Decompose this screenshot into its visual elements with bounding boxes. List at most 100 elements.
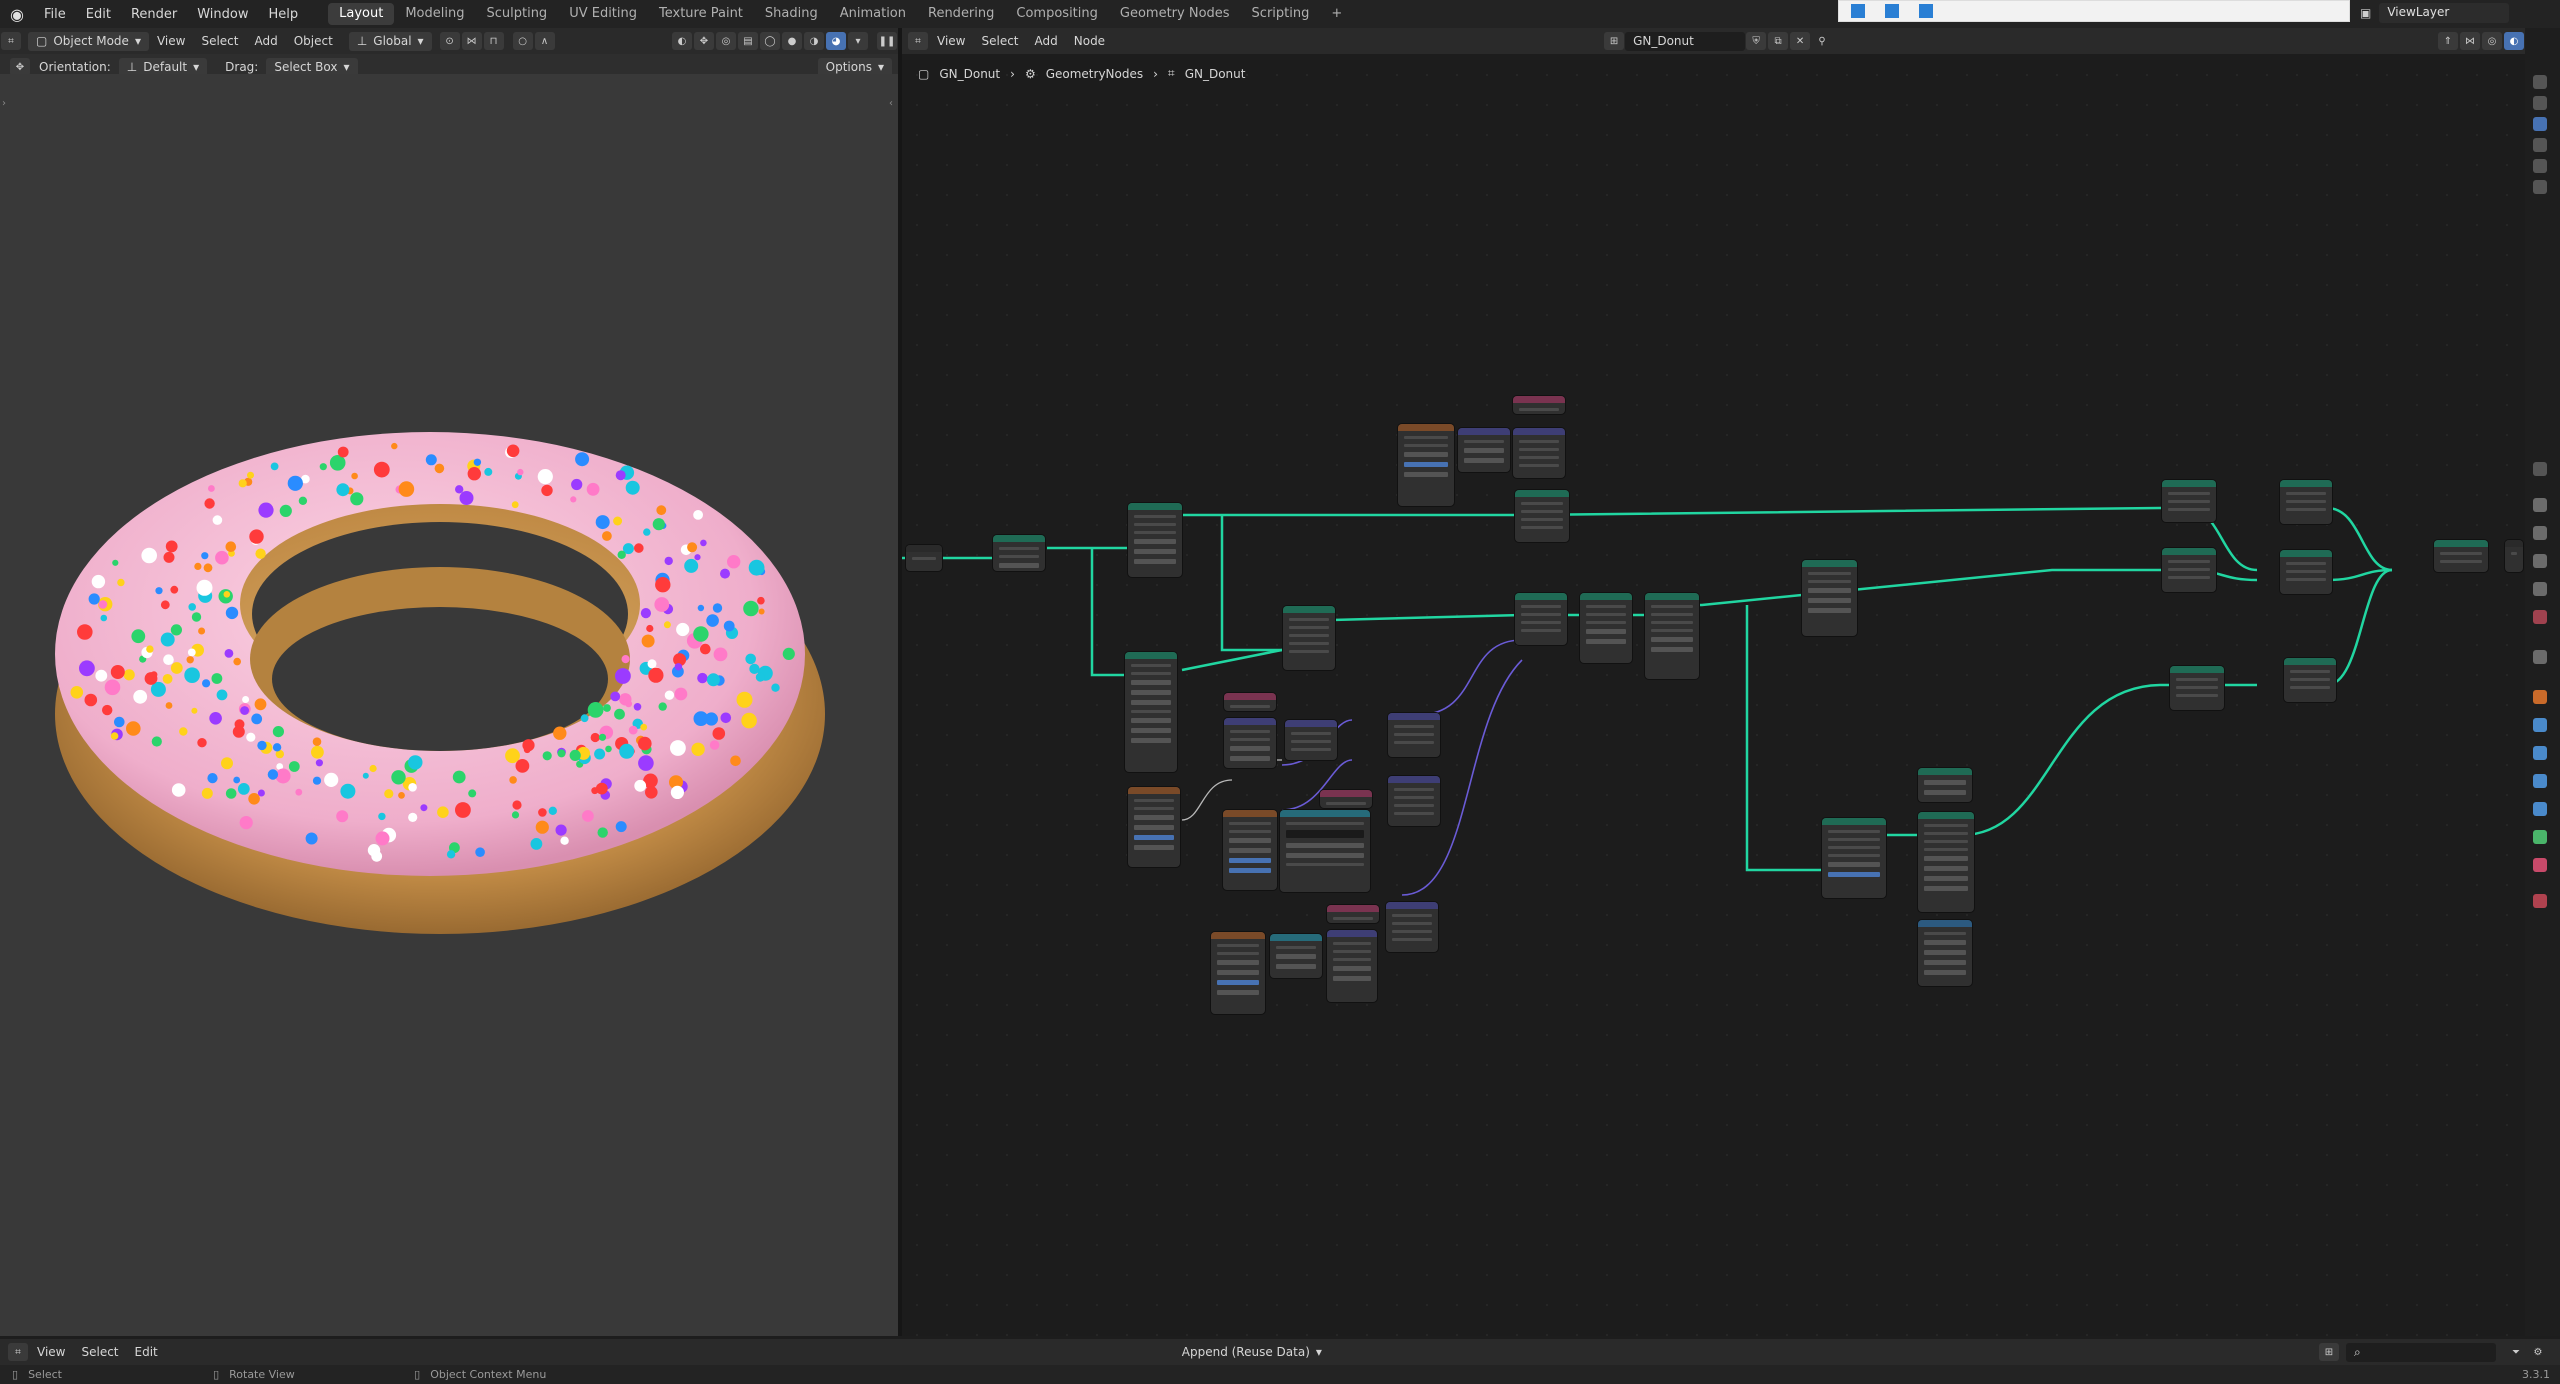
object-mode-dropdown[interactable]: ▢ Object Mode ▾ bbox=[28, 31, 149, 51]
blender-logo-icon[interactable]: ◉ bbox=[0, 0, 34, 28]
node-tree-icon[interactable]: ⌗ bbox=[908, 32, 928, 50]
parent-icon[interactable]: ⇑ bbox=[2438, 32, 2458, 50]
node-menu-add[interactable]: Add bbox=[1027, 34, 1066, 48]
physics-properties-icon[interactable] bbox=[2533, 774, 2547, 788]
node[interactable] bbox=[1320, 790, 1372, 808]
node[interactable] bbox=[2280, 480, 2332, 524]
menu-window[interactable]: Window bbox=[187, 7, 258, 22]
node[interactable] bbox=[1513, 396, 1565, 414]
node[interactable] bbox=[1327, 930, 1377, 1002]
shading-render-icon[interactable]: ◕ bbox=[826, 32, 846, 50]
data-properties-icon[interactable] bbox=[2533, 830, 2547, 844]
node[interactable] bbox=[1128, 787, 1180, 867]
node[interactable] bbox=[1822, 818, 1886, 898]
tab-sculpting[interactable]: Sculpting bbox=[475, 3, 558, 25]
node[interactable] bbox=[1224, 718, 1276, 768]
render-properties-icon[interactable] bbox=[2533, 498, 2547, 512]
snap-target-icon[interactable]: ⊓ bbox=[483, 32, 504, 50]
node[interactable] bbox=[1386, 902, 1438, 952]
node-group-name-field[interactable]: GN_Donut bbox=[1625, 31, 1746, 51]
tab-compositing[interactable]: Compositing bbox=[1005, 3, 1109, 25]
viewport-menu-object[interactable]: Object bbox=[286, 34, 341, 48]
node-menu-select[interactable]: Select bbox=[973, 34, 1026, 48]
tab-animation[interactable]: Animation bbox=[829, 3, 917, 25]
visibility-icon[interactable] bbox=[2533, 180, 2547, 194]
node[interactable] bbox=[1580, 593, 1632, 663]
viewport-menu-view[interactable]: View bbox=[149, 34, 193, 48]
node[interactable] bbox=[1918, 812, 1974, 912]
node-group-browse-icon[interactable]: ⊞ bbox=[1604, 32, 1625, 50]
node[interactable] bbox=[1515, 593, 1567, 645]
collapse-left-icon[interactable]: › bbox=[2, 98, 6, 109]
node[interactable] bbox=[1128, 503, 1182, 577]
snap-icon[interactable]: ⋈ bbox=[461, 32, 482, 50]
editor-type-icon[interactable]: ⌗ bbox=[8, 1343, 28, 1361]
shading-material-icon[interactable]: ◑ bbox=[804, 32, 824, 50]
pivot-icon[interactable]: ⊙ bbox=[439, 32, 460, 50]
node[interactable] bbox=[1515, 490, 1569, 542]
node[interactable] bbox=[2162, 548, 2216, 592]
node[interactable] bbox=[1285, 720, 1337, 760]
node[interactable] bbox=[2162, 480, 2216, 522]
tab-shading[interactable]: Shading bbox=[754, 3, 829, 25]
transform-orientation-dropdown[interactable]: ⊥ Global ▾ bbox=[348, 31, 432, 51]
node[interactable] bbox=[1224, 693, 1276, 711]
scene-properties-icon[interactable] bbox=[2533, 582, 2547, 596]
node[interactable] bbox=[2434, 540, 2488, 572]
bottom-menu-view[interactable]: View bbox=[29, 1345, 73, 1359]
overlay-node-icon[interactable]: ◎ bbox=[2482, 32, 2502, 50]
view-layer-selector[interactable]: ▣ ViewLayer bbox=[2360, 3, 2510, 23]
bottom-menu-select[interactable]: Select bbox=[73, 1345, 126, 1359]
node[interactable] bbox=[1270, 934, 1322, 978]
add-workspace-icon[interactable]: + bbox=[1320, 3, 1353, 25]
visibility-icon[interactable]: ◐ bbox=[672, 32, 692, 50]
node[interactable] bbox=[1918, 920, 1972, 986]
texture-properties-icon[interactable] bbox=[2533, 894, 2547, 908]
node-menu-view[interactable]: View bbox=[929, 34, 973, 48]
object-properties-icon[interactable] bbox=[2533, 690, 2547, 704]
viewport-menu-select[interactable]: Select bbox=[193, 34, 246, 48]
bottom-menu-edit[interactable]: Edit bbox=[127, 1345, 166, 1359]
node[interactable] bbox=[1388, 713, 1440, 757]
menu-file[interactable]: File bbox=[34, 7, 76, 22]
tab-texture-paint[interactable]: Texture Paint bbox=[648, 3, 754, 25]
node[interactable] bbox=[1513, 428, 1565, 478]
editor-type-icon[interactable]: ⌗ bbox=[1, 32, 21, 50]
filter-icon[interactable]: ⏷ bbox=[2506, 1343, 2526, 1361]
pin-icon[interactable]: ⚲ bbox=[1812, 32, 1832, 50]
node[interactable] bbox=[1388, 776, 1440, 826]
collapse-right-icon[interactable]: ‹ bbox=[889, 98, 893, 109]
backdrop-icon[interactable]: ◐ bbox=[2504, 32, 2524, 50]
duplicate-icon[interactable]: ⧉ bbox=[1768, 32, 1789, 50]
tab-modeling[interactable]: Modeling bbox=[394, 3, 475, 25]
proportional-icon[interactable]: ○ bbox=[512, 32, 533, 50]
node[interactable] bbox=[1645, 593, 1699, 679]
chevron-down-icon[interactable]: ▾ bbox=[848, 32, 868, 50]
menu-help[interactable]: Help bbox=[259, 7, 309, 22]
node[interactable] bbox=[2280, 550, 2332, 594]
node[interactable] bbox=[1398, 424, 1454, 506]
node[interactable] bbox=[2284, 658, 2336, 702]
tab-rendering[interactable]: Rendering bbox=[917, 3, 1005, 25]
collection-properties-icon[interactable] bbox=[2533, 650, 2547, 664]
menu-edit[interactable]: Edit bbox=[76, 7, 121, 22]
menu-render[interactable]: Render bbox=[121, 7, 187, 22]
snap-node-icon[interactable]: ⋈ bbox=[2460, 32, 2480, 50]
node[interactable] bbox=[1211, 932, 1265, 1014]
overlay-icon[interactable]: ◎ bbox=[716, 32, 736, 50]
visibility-icon[interactable] bbox=[2533, 75, 2547, 89]
search-input[interactable]: ⌕ bbox=[2346, 1342, 2496, 1362]
visibility-icon[interactable] bbox=[2533, 117, 2547, 131]
viewport-3d[interactable]: › ‹ bbox=[0, 74, 898, 1336]
particle-properties-icon[interactable] bbox=[2533, 746, 2547, 760]
node[interactable] bbox=[2505, 540, 2523, 572]
node[interactable] bbox=[1280, 810, 1370, 892]
constraint-properties-icon[interactable] bbox=[2533, 802, 2547, 816]
tab-geometry-nodes[interactable]: Geometry Nodes bbox=[1109, 3, 1241, 25]
node[interactable] bbox=[1918, 768, 1972, 802]
tab-layout[interactable]: Layout bbox=[328, 3, 395, 25]
gizmo-icon[interactable]: ✥ bbox=[694, 32, 714, 50]
fake-user-icon[interactable]: ⛨ bbox=[1746, 32, 1767, 50]
view-layer-properties-icon[interactable] bbox=[2533, 554, 2547, 568]
strip-button-icon[interactable] bbox=[1885, 4, 1899, 18]
